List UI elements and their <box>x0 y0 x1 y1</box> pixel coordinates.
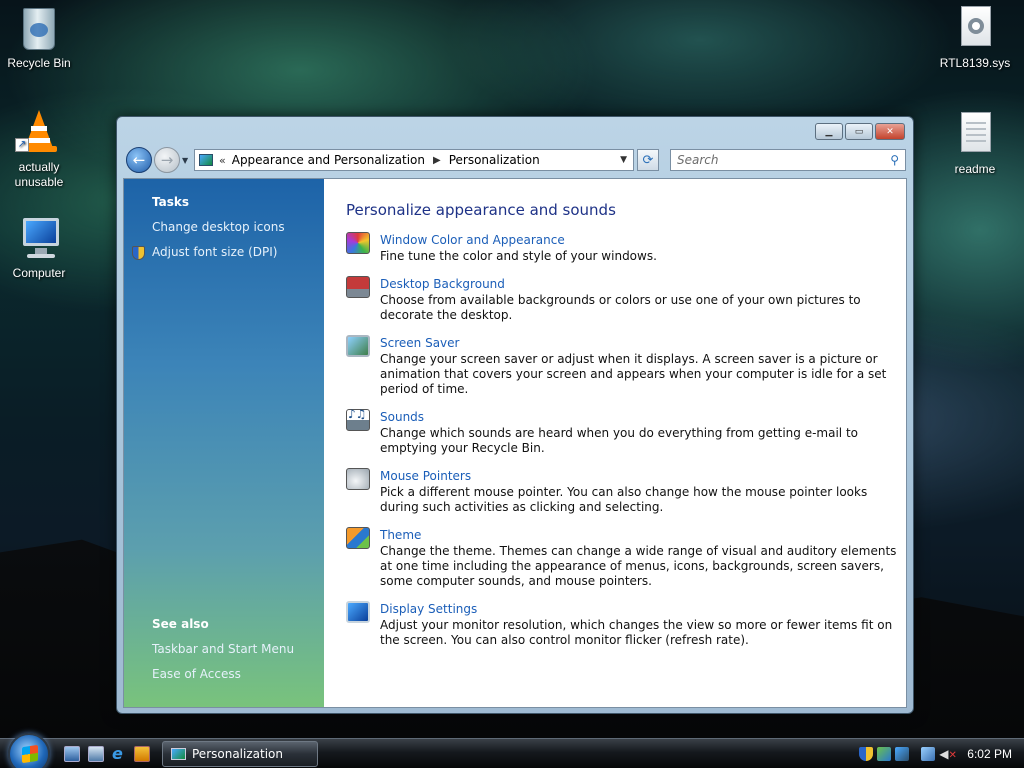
option-title-link[interactable]: Sounds <box>380 409 906 426</box>
option-description: Choose from available backgrounds or col… <box>380 293 861 322</box>
option-mouse-pointers: Mouse Pointers Pick a different mouse po… <box>346 468 906 515</box>
color-palette-icon[interactable] <box>346 232 370 254</box>
network-icon[interactable] <box>921 747 936 761</box>
recycle-bin-icon <box>15 4 63 52</box>
desktop-icon-label: Recycle Bin <box>7 56 71 70</box>
task-adjust-font-size[interactable]: Adjust font size (DPI) <box>152 245 277 259</box>
taskbar-button-personalization[interactable]: Personalization <box>162 741 318 767</box>
desktop-icon-recycle-bin[interactable]: Recycle Bin <box>0 4 84 71</box>
search-input[interactable] <box>677 153 877 167</box>
desktop-icon-label: Computer <box>12 266 66 280</box>
desktop-icon-label: actually unusable <box>14 160 64 189</box>
navigation-bar: ← → ▼ « Appearance and Personalization ▶… <box>125 146 906 174</box>
forward-button[interactable]: → <box>154 147 180 173</box>
display-icon[interactable] <box>346 601 370 623</box>
option-description: Adjust your monitor resolution, which ch… <box>380 618 893 647</box>
system-file-icon <box>951 4 999 52</box>
control-panel-icon <box>199 154 213 166</box>
volume-muted-icon[interactable]: ◀✕ <box>939 747 957 761</box>
mouse-icon[interactable] <box>346 468 370 490</box>
text-file-icon <box>951 110 999 158</box>
back-button[interactable]: ← <box>126 147 152 173</box>
connection-icon[interactable] <box>895 747 910 761</box>
maximize-button[interactable]: ▭ <box>845 123 873 140</box>
option-theme: Theme Change the theme. Themes can chang… <box>346 527 906 589</box>
option-window-color: Window Color and Appearance Fine tune th… <box>346 232 906 264</box>
option-screen-saver: Screen Saver Change your screen saver or… <box>346 335 906 397</box>
close-button[interactable]: ✕ <box>875 123 905 140</box>
see-also-taskbar-start-menu[interactable]: Taskbar and Start Menu <box>152 642 294 656</box>
see-also-ease-of-access[interactable]: Ease of Access <box>152 667 241 681</box>
start-button[interactable] <box>8 733 50 768</box>
address-bar[interactable]: « Appearance and Personalization ▶ Perso… <box>194 149 634 171</box>
breadcrumb-appearance-and-personalization[interactable]: Appearance and Personalization <box>232 153 425 167</box>
network-status-icon[interactable] <box>877 747 892 761</box>
window-content: Tasks Change desktop icons Adjust font s… <box>123 178 907 708</box>
sounds-icon[interactable] <box>346 407 370 431</box>
breadcrumb-overflow[interactable]: « <box>219 154 226 167</box>
breadcrumb-personalization[interactable]: Personalization <box>449 153 540 167</box>
address-dropdown-icon[interactable]: ▼ <box>620 155 627 165</box>
main-pane: Personalize appearance and sounds Window… <box>324 179 906 707</box>
option-description: Pick a different mouse pointer. You can … <box>380 485 868 514</box>
desktop-icon-vlc[interactable]: ↗ actually unusable <box>0 108 84 190</box>
task-change-desktop-icons[interactable]: Change desktop icons <box>152 220 285 234</box>
desktop-icon-label: RTL8139.sys <box>939 56 1011 70</box>
recent-pages-dropdown[interactable]: ▼ <box>182 156 188 165</box>
option-description: Change which sounds are heard when you d… <box>380 426 858 455</box>
security-center-icon[interactable] <box>859 747 874 761</box>
control-panel-icon <box>171 748 186 760</box>
desktop-icon-readme[interactable]: readme <box>930 110 1020 177</box>
taskbar: e Personalization ◀✕ 6:02 PM <box>0 733 1024 768</box>
desktop-background-icon[interactable] <box>346 276 370 298</box>
taskbar-button-label: Personalization <box>192 747 283 761</box>
see-also-heading: See also <box>152 617 209 631</box>
desktop-icon-rtl8139[interactable]: RTL8139.sys <box>930 4 1020 71</box>
option-title-link[interactable]: Mouse Pointers <box>380 468 906 485</box>
vlc-cone-icon: ↗ <box>15 108 63 156</box>
uac-shield-icon <box>132 246 145 260</box>
theme-icon[interactable] <box>346 527 370 549</box>
computer-icon <box>15 214 63 262</box>
desktop-icon-label: readme <box>954 162 996 176</box>
desktop-icon-computer[interactable]: Computer <box>0 214 84 281</box>
option-display-settings: Display Settings Adjust your monitor res… <box>346 601 906 648</box>
option-title-link[interactable]: Theme <box>380 527 906 544</box>
media-player-icon[interactable] <box>134 746 150 762</box>
refresh-button[interactable]: ⟳ <box>637 149 659 171</box>
option-description: Change your screen saver or adjust when … <box>380 352 887 396</box>
show-desktop-icon[interactable] <box>64 746 80 762</box>
notification-area: ◀✕ 6:02 PM <box>859 739 1024 768</box>
option-desktop-background: Desktop Background Choose from available… <box>346 276 906 323</box>
option-description: Fine tune the color and style of your wi… <box>380 249 657 263</box>
option-title-link[interactable]: Display Settings <box>380 601 906 618</box>
option-title-link[interactable]: Desktop Background <box>380 276 906 293</box>
option-sounds: Sounds Change which sounds are heard whe… <box>346 407 906 456</box>
page-title: Personalize appearance and sounds <box>346 201 616 219</box>
clock[interactable]: 6:02 PM <box>967 747 1012 761</box>
task-pane: Tasks Change desktop icons Adjust font s… <box>124 179 324 707</box>
search-box[interactable]: ⚲ <box>670 149 906 171</box>
internet-explorer-icon[interactable]: e <box>112 746 128 762</box>
switch-windows-icon[interactable] <box>88 746 104 762</box>
search-icon[interactable]: ⚲ <box>890 153 899 167</box>
tasks-heading: Tasks <box>152 195 190 209</box>
option-title-link[interactable]: Screen Saver <box>380 335 906 352</box>
window-controls: ▁ ▭ ✕ <box>815 123 905 140</box>
option-description: Change the theme. Themes can change a wi… <box>380 544 897 588</box>
personalization-window: ▁ ▭ ✕ ← → ▼ « Appearance and Personaliza… <box>116 116 914 714</box>
option-title-link[interactable]: Window Color and Appearance <box>380 232 906 249</box>
screen-saver-icon[interactable] <box>346 335 370 357</box>
breadcrumb-separator-icon[interactable]: ▶ <box>433 155 441 166</box>
minimize-button[interactable]: ▁ <box>815 123 843 140</box>
